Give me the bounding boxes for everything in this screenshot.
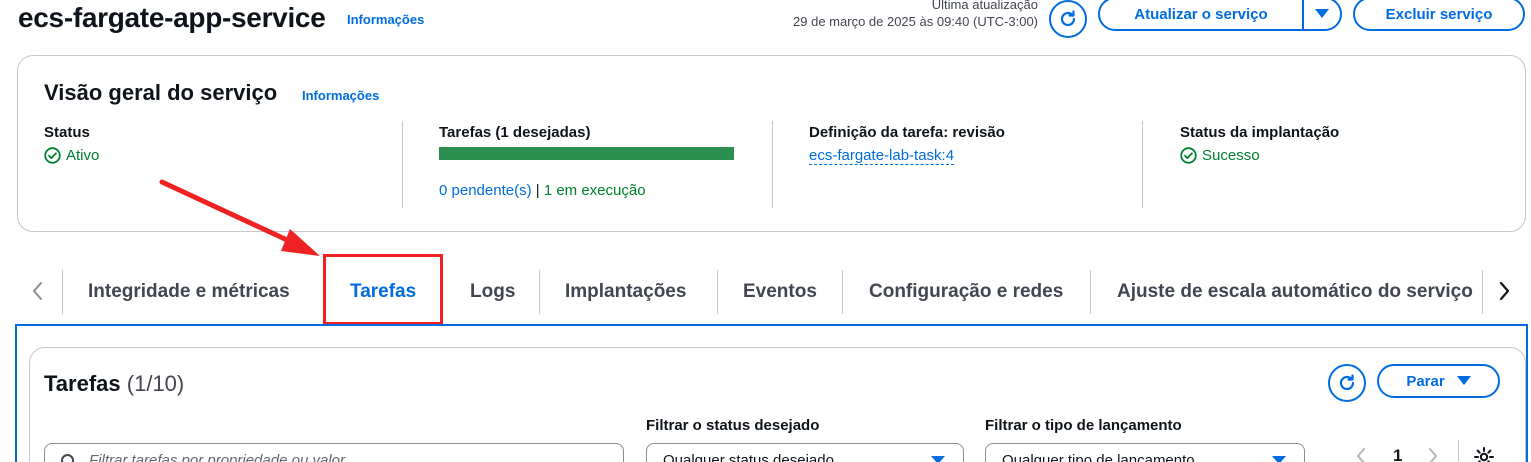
annotation-arrow: [159, 179, 320, 256]
status-section: Status Ativo: [44, 124, 99, 164]
tasks-search-input[interactable]: Filtrar tarefas por propriedade ou valor: [44, 443, 624, 462]
caret-down-icon: [1456, 376, 1471, 385]
tasks-label: Tarefas (1 desejadas): [439, 124, 591, 141]
status-label: Status: [44, 124, 90, 141]
tab-separator: [1482, 270, 1483, 314]
tasks-section: Tarefas (1 desejadas) 0 pendente(s) | 1 …: [439, 124, 734, 199]
delete-service-button[interactable]: Excluir serviço: [1353, 0, 1525, 31]
tasks-title-text: Tarefas: [44, 371, 121, 396]
refresh-button[interactable]: [1049, 0, 1087, 38]
tab-separator: [842, 270, 843, 314]
tab-logs[interactable]: Logs: [470, 268, 515, 316]
launch-filter-label: Filtrar o tipo de lançamento: [985, 417, 1182, 434]
tab-events[interactable]: Eventos: [743, 268, 817, 316]
overview-divider: [772, 121, 773, 208]
deploy-label: Status da implantação: [1180, 124, 1340, 141]
taskdef-link[interactable]: ecs-fargate-lab-task:4: [809, 147, 955, 165]
stop-button-label: Parar: [1406, 372, 1445, 390]
tab-deployments[interactable]: Implantações: [565, 268, 686, 316]
chevron-left-icon[interactable]: [31, 280, 45, 302]
search-icon: [61, 454, 74, 462]
overview-title: Visão geral do serviço: [44, 80, 278, 105]
counts-separator: |: [535, 182, 540, 199]
update-service-button[interactable]: Atualizar o serviço: [1100, 6, 1302, 23]
deploy-text: Sucesso: [1202, 147, 1260, 164]
title-info-link[interactable]: Informações: [347, 12, 424, 27]
update-service-split-button: Atualizar o serviço: [1098, 0, 1342, 31]
tasks-progress-bar: [439, 147, 734, 160]
deployment-section: Status da implantação Sucesso: [1180, 124, 1339, 164]
caret-down-icon: [931, 456, 945, 462]
running-link[interactable]: 1 em execução: [544, 182, 646, 199]
tab-service-auto-scaling[interactable]: Ajuste de escala automático do serviço: [1117, 268, 1473, 316]
check-circle-icon: [1180, 147, 1197, 164]
status-filter-value: Qualquer status desejado: [663, 451, 834, 462]
page-title: ecs-fargate-app-service: [18, 2, 326, 33]
stop-button[interactable]: Parar: [1377, 364, 1500, 398]
last-update: Última atualização 29 de março de 2025 à…: [793, 0, 1038, 30]
tab-separator: [539, 270, 540, 314]
update-service-dropdown[interactable]: [1304, 9, 1340, 19]
chevron-right-icon[interactable]: [1497, 280, 1511, 302]
deploy-value: Sucesso: [1180, 147, 1339, 164]
overview-divider: [402, 121, 403, 208]
task-counts: 0 pendente(s) | 1 em execução: [439, 182, 734, 199]
tasks-title: Tarefas (1/10): [44, 371, 184, 397]
status-filter-select[interactable]: Qualquer status desejado: [646, 443, 964, 462]
launch-filter-value: Qualquer tipo de lançamento: [1002, 451, 1195, 462]
last-update-value: 29 de março de 2025 às 09:40 (UTC-3:00): [793, 14, 1038, 29]
pending-link[interactable]: 0 pendente(s): [439, 182, 532, 199]
status-text: Ativo: [66, 147, 100, 164]
check-circle-icon: [44, 147, 61, 164]
annotation-highlight-box: [323, 254, 443, 325]
tab-bar: Integridade e métricas Tarefas Logs Impl…: [17, 262, 1526, 324]
tab-separator: [62, 270, 63, 314]
last-update-label: Última atualização: [931, 0, 1038, 12]
task-definition-section: Definição da tarefa: revisão ecs-fargate…: [809, 124, 1005, 165]
tasks-count: (1/10): [126, 371, 185, 396]
launch-filter-select[interactable]: Qualquer tipo de lançamento: [985, 443, 1305, 462]
status-value: Ativo: [44, 147, 99, 164]
caret-down-icon: [1272, 456, 1286, 462]
search-placeholder: Filtrar tarefas por propriedade ou valor: [89, 451, 345, 462]
page-prev-icon[interactable]: [1355, 447, 1367, 462]
page-number[interactable]: 1: [1393, 446, 1402, 462]
settings-gear-icon[interactable]: [1473, 446, 1495, 462]
tasks-refresh-button[interactable]: [1328, 364, 1366, 402]
overview-info-link[interactable]: Informações: [302, 88, 379, 103]
tab-health-metrics[interactable]: Integridade e métricas: [88, 268, 290, 316]
caret-down-icon: [1315, 9, 1329, 18]
status-filter-label: Filtrar o status desejado: [646, 417, 820, 434]
pager-separator: [1458, 440, 1459, 462]
tab-separator: [717, 270, 718, 314]
refresh-icon: [1060, 10, 1076, 27]
refresh-icon: [1339, 374, 1355, 391]
taskdef-label: Definição da tarefa: revisão: [809, 124, 1005, 141]
tab-configuration-networking[interactable]: Configuração e redes: [869, 268, 1063, 316]
overview-divider: [1142, 121, 1143, 208]
page-next-icon[interactable]: [1427, 447, 1439, 462]
tab-separator: [1090, 270, 1091, 314]
